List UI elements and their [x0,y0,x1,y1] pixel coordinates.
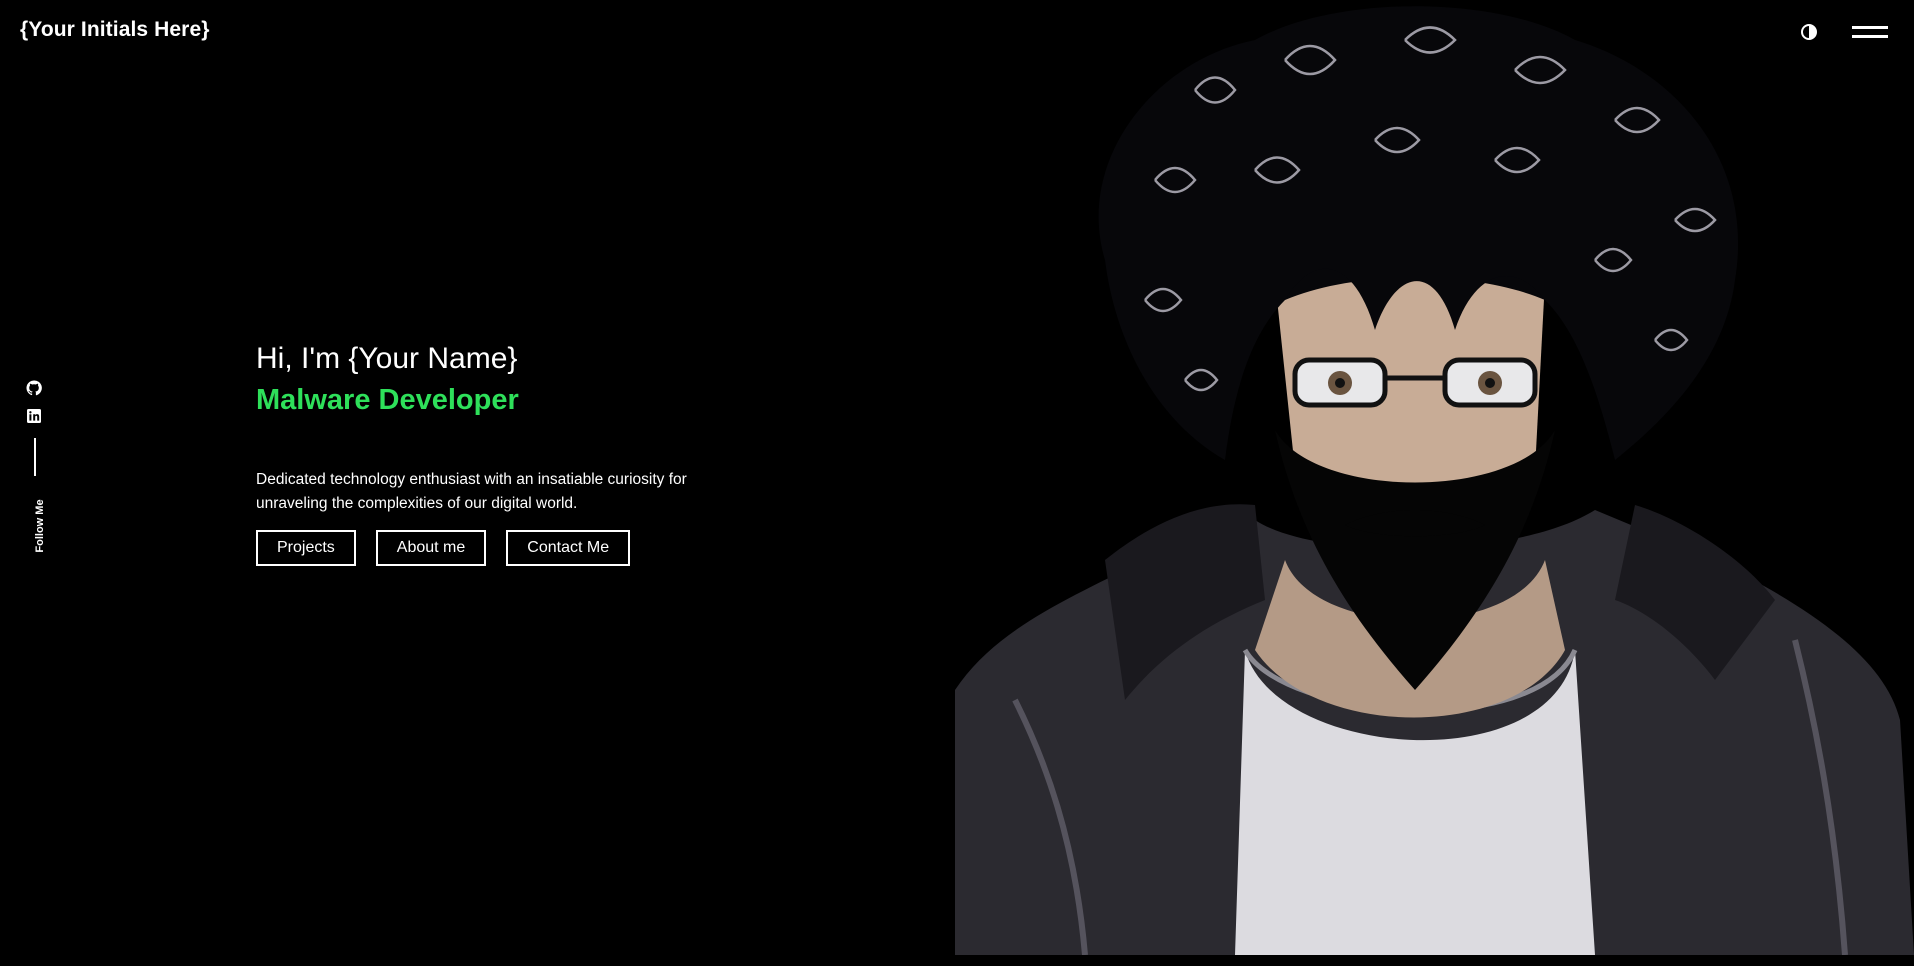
github-icon [26,380,42,396]
site-logo[interactable]: {Your Initials Here} [20,18,210,42]
hero-role: Malware Developer [256,384,519,416]
hero-section: Hi, I'm {Your Name} Malware Developer De… [256,340,776,566]
about-me-button[interactable]: About me [375,530,487,566]
hero-button-row: Projects About me Contact Me [256,530,776,566]
linkedin-icon [27,409,41,423]
bottom-strip [0,955,1914,966]
linkedin-link[interactable] [26,408,42,424]
github-link[interactable] [26,380,42,396]
projects-button[interactable]: Projects [256,530,356,566]
social-divider-line [34,438,36,476]
follow-me-label: Follow Me [34,499,46,553]
contact-me-button[interactable]: Contact Me [506,530,631,566]
hero-greeting: Hi, I'm {Your Name} [256,342,518,375]
page: {Your Initials Here} Follow Me Hi, I'm {… [0,0,1914,966]
hero-bio: Dedicated technology enthusiast with an … [256,471,687,512]
portrait-illustration [955,6,1914,955]
